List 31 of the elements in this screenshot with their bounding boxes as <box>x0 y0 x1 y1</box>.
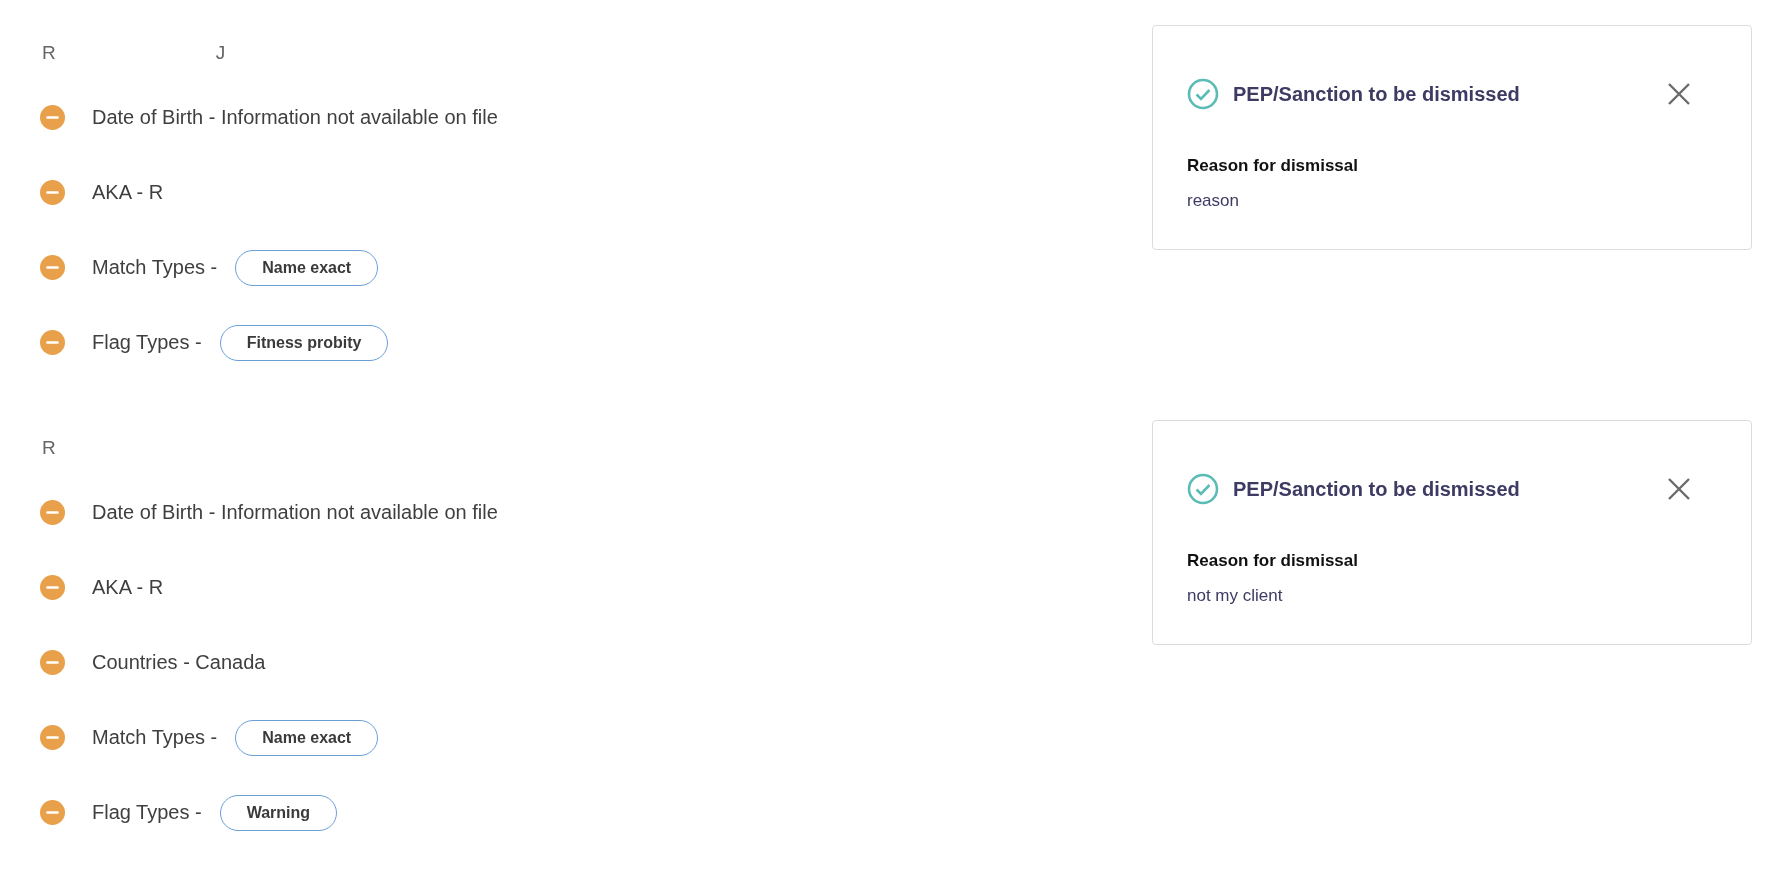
check-circle-icon <box>1187 473 1219 505</box>
detail-text: Match Types - <box>92 256 218 279</box>
card-title: PEP/Sanction to be dismissed <box>1233 82 1520 106</box>
minus-circle-icon <box>40 180 65 205</box>
detail-text: Flag Types - <box>92 331 202 354</box>
minus-circle-icon <box>40 255 65 280</box>
person-name: J <box>215 41 226 65</box>
close-icon[interactable] <box>1667 477 1691 501</box>
reason-label: Reason for dismissal <box>1187 155 1359 177</box>
detail-text: Date of Birth - Information not available on file <box>92 106 498 129</box>
detail-text: AKA - R <box>92 181 164 204</box>
detail-text: Date of Birth - Information not available on file <box>92 501 498 524</box>
close-icon[interactable] <box>1667 82 1691 106</box>
minus-circle-icon <box>40 800 65 825</box>
detail-text: Flag Types - <box>92 801 202 824</box>
minus-circle-icon <box>40 330 65 355</box>
minus-circle-icon <box>40 725 65 750</box>
person-name: R <box>42 436 56 460</box>
minus-circle-icon <box>40 500 65 525</box>
reason-text: reason <box>1187 190 1240 212</box>
detail-text: Countries - Canada <box>92 651 266 674</box>
check-circle-icon <box>1187 78 1219 110</box>
detail-text: AKA - R <box>92 576 164 599</box>
reason-label: Reason for dismissal <box>1187 550 1359 572</box>
detail-text: Match Types - <box>92 726 218 749</box>
minus-circle-icon <box>40 105 65 130</box>
minus-circle-icon <box>40 575 65 600</box>
reason-text: not my client <box>1187 585 1284 607</box>
minus-circle-icon <box>40 650 65 675</box>
card-title: PEP/Sanction to be dismissed <box>1233 477 1520 501</box>
person-name: R <box>42 41 56 65</box>
